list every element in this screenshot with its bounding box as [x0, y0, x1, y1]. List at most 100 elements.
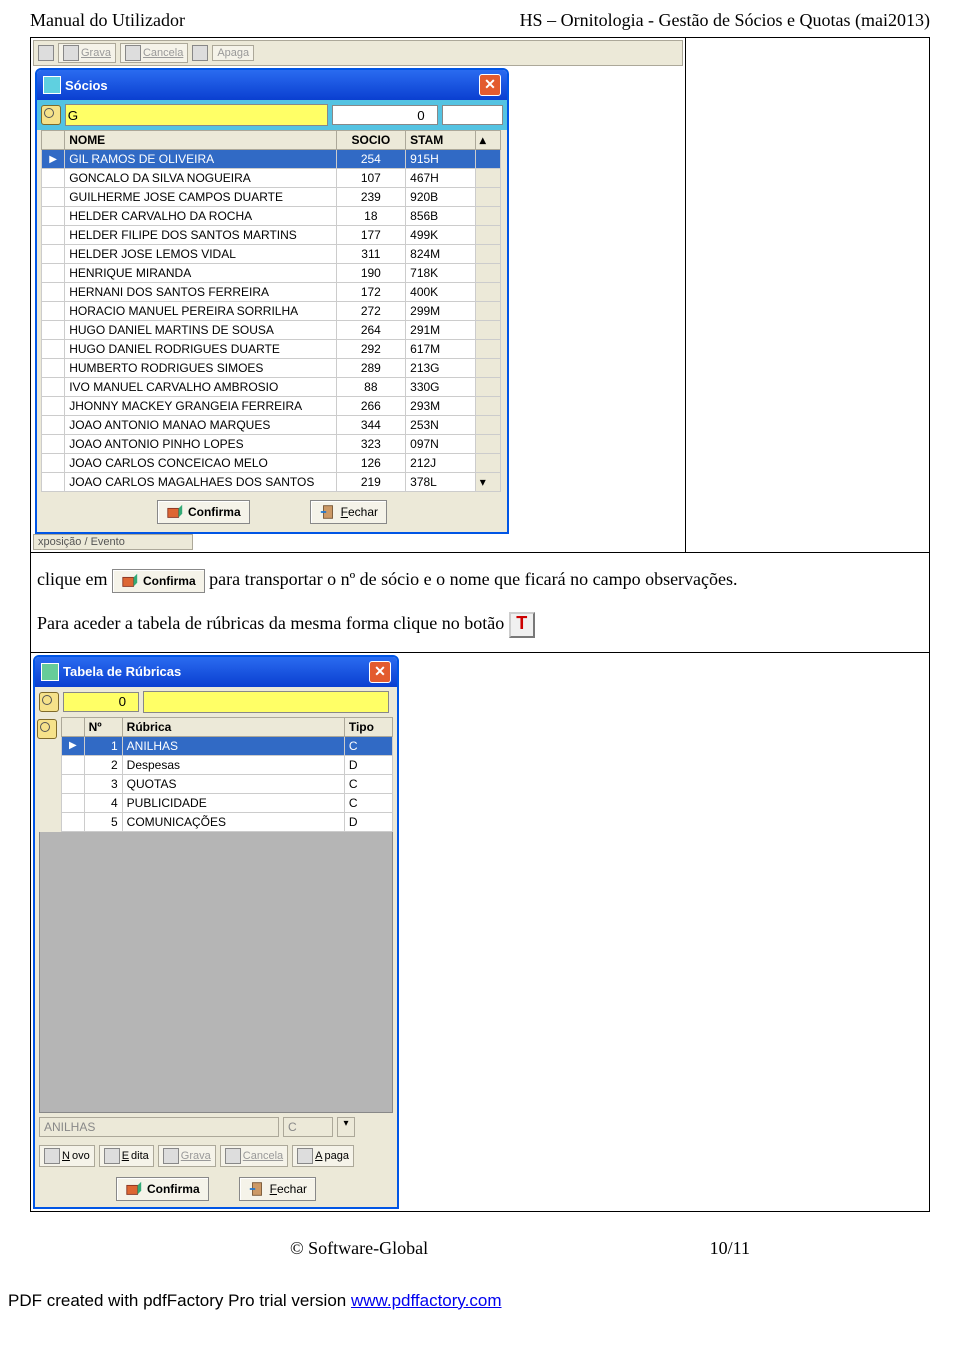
- cancela-button[interactable]: Cancela: [120, 43, 188, 63]
- body-paragraph-2: Para aceder a tabela de rúbricas da mesm…: [37, 611, 923, 638]
- row-marker: [42, 359, 65, 378]
- col-socio[interactable]: SOCIO: [336, 131, 406, 150]
- close-icon[interactable]: ✕: [479, 74, 501, 96]
- col-tipo[interactable]: Tipo: [344, 717, 392, 736]
- scrollbar[interactable]: [475, 340, 500, 359]
- cell-n: 4: [84, 793, 122, 812]
- confirm-icon: [125, 1180, 143, 1198]
- confirma-inline-button[interactable]: Confirma: [112, 569, 205, 593]
- window-icon: [43, 76, 61, 94]
- cell-socio: 289: [336, 359, 406, 378]
- scrollbar[interactable]: [475, 378, 500, 397]
- table-row[interactable]: JOAO ANTONIO MANAO MARQUES344253N: [42, 416, 501, 435]
- search-icon[interactable]: [41, 105, 61, 125]
- table-row[interactable]: 3QUOTASC: [62, 774, 393, 793]
- scroll-up[interactable]: ▴: [475, 131, 500, 150]
- table-row[interactable]: HUGO DANIEL RODRIGUES DUARTE292617M: [42, 340, 501, 359]
- scrollbar[interactable]: [475, 359, 500, 378]
- col-rubrica[interactable]: Rúbrica: [122, 717, 344, 736]
- scrollbar[interactable]: [475, 283, 500, 302]
- scrollbar[interactable]: [475, 188, 500, 207]
- confirma-button[interactable]: Confirma: [116, 1177, 209, 1201]
- table-row[interactable]: HORACIO MANUEL PEREIRA SORRILHA272299M: [42, 302, 501, 321]
- col-n[interactable]: Nº: [84, 717, 122, 736]
- table-row[interactable]: JOAO CARLOS MAGALHAES DOS SANTOS219378L▾: [42, 473, 501, 492]
- cell-socio: 88: [336, 378, 406, 397]
- scrollbar[interactable]: [475, 454, 500, 473]
- scrollbar[interactable]: [475, 416, 500, 435]
- confirma-button[interactable]: Confirma: [157, 500, 250, 524]
- fechar-button[interactable]: Fechar: [239, 1177, 316, 1201]
- table-row[interactable]: HUGO DANIEL MARTINS DE SOUSA264291M: [42, 321, 501, 340]
- scrollbar[interactable]: [475, 264, 500, 283]
- table-row[interactable]: HELDER FILIPE DOS SANTOS MARTINS177499K: [42, 226, 501, 245]
- table-row[interactable]: 4PUBLICIDADEC: [62, 793, 393, 812]
- row-marker: [42, 207, 65, 226]
- novo-button[interactable]: Novo: [39, 1145, 95, 1167]
- number-input[interactable]: [332, 105, 438, 125]
- table-row[interactable]: JOAO CARLOS CONCEICAO MELO126212J: [42, 454, 501, 473]
- apaga-button[interactable]: Apaga: [212, 45, 254, 61]
- row-marker: [42, 435, 65, 454]
- table-row[interactable]: GUILHERME JOSE CAMPOS DUARTE239920B: [42, 188, 501, 207]
- row-marker: [62, 755, 85, 774]
- rubricas-title: Tabela de Rúbricas: [63, 664, 181, 679]
- scrollbar[interactable]: ▾: [475, 473, 500, 492]
- blank-input[interactable]: [442, 105, 503, 125]
- scrollbar[interactable]: [475, 435, 500, 454]
- rub-num-input[interactable]: [63, 692, 139, 712]
- apaga-button[interactable]: Apaga: [292, 1145, 354, 1167]
- search-input[interactable]: [65, 104, 328, 126]
- cell-stam: 499K: [406, 226, 476, 245]
- status-bar: xposição / Evento: [33, 534, 193, 550]
- grava-button[interactable]: Grava: [58, 43, 116, 63]
- scrollbar[interactable]: [475, 169, 500, 188]
- table-row[interactable]: ▶1ANILHASC: [62, 736, 393, 755]
- cancela-button[interactable]: Cancela: [220, 1145, 288, 1167]
- close-icon[interactable]: ✕: [369, 661, 391, 683]
- table-row[interactable]: 2DespesasD: [62, 755, 393, 774]
- table-row[interactable]: JHONNY MACKEY GRANGEIA FERREIRA266293M: [42, 397, 501, 416]
- rub-toolbar: Novo Edita Grava Cancela Apaga: [35, 1141, 397, 1171]
- cell-stam: 293M: [406, 397, 476, 416]
- col-nome[interactable]: NOME: [65, 131, 336, 150]
- scrollbar[interactable]: [475, 245, 500, 264]
- edita-button[interactable]: Edita: [99, 1145, 154, 1167]
- cell-nome: HUMBERTO RODRIGUES SIMOES: [65, 359, 336, 378]
- col-stam[interactable]: STAM: [406, 131, 476, 150]
- scrollbar[interactable]: [475, 150, 500, 169]
- table-row[interactable]: JOAO ANTONIO PINHO LOPES323097N: [42, 435, 501, 454]
- socios-grid[interactable]: NOME SOCIO STAM ▴ ▶GIL RAMOS DE OLIVEIRA…: [41, 130, 501, 492]
- scrollbar[interactable]: [475, 397, 500, 416]
- cell-nome: HELDER FILIPE DOS SANTOS MARTINS: [65, 226, 336, 245]
- pdf-link[interactable]: www.pdffactory.com: [351, 1291, 502, 1310]
- row-marker: [62, 793, 85, 812]
- scrollbar[interactable]: [475, 207, 500, 226]
- table-row[interactable]: HELDER JOSE LEMOS VIDAL311824M: [42, 245, 501, 264]
- scrollbar[interactable]: [475, 321, 500, 340]
- dropdown-icon[interactable]: ▾: [337, 1117, 355, 1137]
- row-marker: [42, 302, 65, 321]
- cell-stam: 378L: [406, 473, 476, 492]
- new-icon: [44, 1148, 60, 1164]
- search-icon[interactable]: [39, 692, 59, 712]
- table-row[interactable]: 5COMUNICAÇÕESD: [62, 812, 393, 831]
- table-row[interactable]: ▶GIL RAMOS DE OLIVEIRA254915H: [42, 150, 501, 169]
- table-row[interactable]: HELDER CARVALHO DA ROCHA18856B: [42, 207, 501, 226]
- cell-socio: 254: [336, 150, 406, 169]
- scrollbar[interactable]: [475, 302, 500, 321]
- search-icon[interactable]: [37, 719, 57, 739]
- table-row[interactable]: IVO MANUEL CARVALHO AMBROSIO88330G: [42, 378, 501, 397]
- cell-stam: 253N: [406, 416, 476, 435]
- table-row[interactable]: HENRIQUE MIRANDA190718K: [42, 264, 501, 283]
- table-row[interactable]: HUMBERTO RODRIGUES SIMOES289213G: [42, 359, 501, 378]
- socios-window: Sócios ✕ N: [35, 68, 509, 534]
- fechar-button[interactable]: Fechar: [310, 500, 387, 524]
- scrollbar[interactable]: [475, 226, 500, 245]
- table-row[interactable]: HERNANI DOS SANTOS FERREIRA172400K: [42, 283, 501, 302]
- table-row[interactable]: GONCALO DA SILVA NOGUEIRA107467H: [42, 169, 501, 188]
- rub-search-input[interactable]: [143, 691, 389, 713]
- rubricas-grid[interactable]: Nº Rúbrica Tipo ▶1ANILHASC2DespesasD3QUO…: [61, 717, 393, 832]
- grava-button[interactable]: Grava: [158, 1145, 216, 1167]
- t-icon-button[interactable]: T: [509, 612, 535, 638]
